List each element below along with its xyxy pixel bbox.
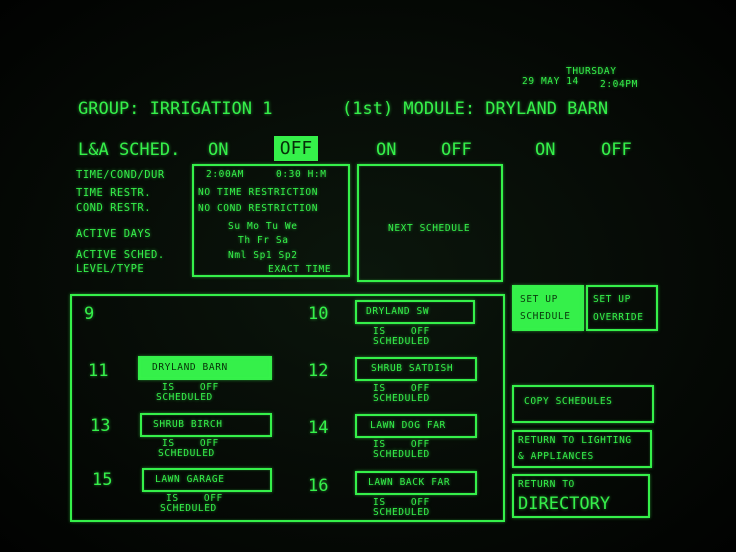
date-label: 29 MAY 14	[522, 76, 579, 87]
next-schedule-box: NEXT SCHEDULE	[357, 164, 503, 282]
module-button-13[interactable]: SHRUB BIRCH	[140, 413, 272, 437]
group-title: GROUP: IRRIGATION 1	[78, 99, 273, 119]
label-active-sched: ACTIVE SCHED.	[76, 249, 165, 261]
module-status-sched-14: SCHEDULED	[373, 449, 430, 460]
modules-panel: 9 10 DRYLAND SW IS OFF SCHEDULED 11 DRYL…	[70, 294, 505, 522]
module-button-16[interactable]: LAWN BACK FAR	[355, 471, 477, 495]
module-status-sched-10: SCHEDULED	[373, 336, 430, 347]
next-schedule-label: NEXT SCHEDULE	[388, 223, 471, 234]
module-name-14: LAWN DOG FAR	[370, 420, 446, 431]
return-directory-button[interactable]: RETURN TO DIRECTORY	[512, 474, 650, 518]
module-button-10[interactable]: DRYLAND SW	[355, 300, 475, 324]
level-type-value: EXACT TIME	[268, 264, 332, 275]
return-directory-line2: DIRECTORY	[518, 494, 611, 514]
return-lighting-line1: RETURN TO LIGHTING	[518, 435, 632, 446]
module-status-sched-15: SCHEDULED	[160, 503, 217, 514]
return-directory-line1: RETURN TO	[518, 479, 575, 490]
toggle-off-2[interactable]: OFF	[441, 142, 472, 159]
setup-schedule-button[interactable]: SET UP SCHEDULE	[512, 285, 584, 331]
copy-schedules-label: COPY SCHEDULES	[524, 396, 613, 407]
label-cond-restr: COND RESTR.	[76, 202, 152, 214]
module-number-14: 14	[308, 418, 329, 438]
label-time-cond-dur: TIME/COND/DUR	[76, 169, 165, 181]
active-sched-values: Nml Sp1 Sp2	[228, 250, 298, 261]
schedule-detail-box: 2:00AM 0:30 H:M NO TIME RESTRICTION NO C…	[192, 164, 350, 277]
module-name-10: DRYLAND SW	[366, 306, 430, 317]
toggle-off-1[interactable]: OFF	[274, 136, 318, 161]
time-restriction: NO TIME RESTRICTION	[198, 187, 319, 198]
label-active-days: ACTIVE DAYS	[76, 228, 152, 240]
module-title: (1st) MODULE: DRYLAND BARN	[342, 99, 609, 119]
time-label: 2:04PM	[600, 79, 638, 90]
module-number-15: 15	[92, 470, 113, 490]
module-number-13: 13	[90, 416, 111, 436]
module-name-16: LAWN BACK FAR	[368, 477, 451, 488]
copy-schedules-button[interactable]: COPY SCHEDULES	[512, 385, 654, 423]
setup-schedule-line1: SET UP	[520, 294, 558, 305]
active-days-line2: Th Fr Sa	[238, 235, 289, 246]
label-level-type: LEVEL/TYPE	[76, 263, 145, 275]
module-status-sched-11: SCHEDULED	[156, 392, 213, 403]
setup-override-line1: SET UP	[593, 294, 631, 305]
toggle-on-2[interactable]: ON	[376, 142, 396, 159]
cond-restriction: NO COND RESTRICTION	[198, 203, 319, 214]
active-days-line1: Su Mo Tu We	[228, 221, 298, 232]
module-name-15: LAWN GARAGE	[155, 474, 225, 485]
toggle-on-3[interactable]: ON	[535, 142, 555, 159]
module-button-14[interactable]: LAWN DOG FAR	[355, 414, 477, 438]
module-name-12: SHRUB SATDISH	[371, 363, 454, 374]
module-name-11: DRYLAND BARN	[152, 362, 228, 373]
module-status-sched-16: SCHEDULED	[373, 507, 430, 518]
module-button-12[interactable]: SHRUB SATDISH	[355, 357, 477, 381]
module-button-11-selected[interactable]: DRYLAND BARN	[138, 356, 272, 380]
module-number-11: 11	[88, 361, 109, 381]
setup-override-line2: OVERRIDE	[593, 312, 644, 323]
setup-override-button[interactable]: SET UP OVERRIDE	[586, 285, 658, 331]
label-time-restr: TIME RESTR.	[76, 187, 152, 199]
duration: 0:30 H:M	[276, 169, 327, 180]
toggle-on-1[interactable]: ON	[208, 142, 228, 159]
crt-screen: THURSDAY 29 MAY 14 2:04PM GROUP: IRRIGAT…	[0, 0, 736, 552]
module-number-10: 10	[308, 304, 329, 324]
start-time: 2:00AM	[206, 169, 244, 180]
module-number-9: 9	[84, 304, 95, 324]
return-lighting-line2: & APPLIANCES	[518, 451, 594, 462]
module-number-16: 16	[308, 476, 329, 496]
module-status-sched-12: SCHEDULED	[373, 393, 430, 404]
module-number-12: 12	[308, 361, 329, 381]
module-button-15[interactable]: LAWN GARAGE	[142, 468, 272, 492]
setup-schedule-line2: SCHEDULE	[520, 311, 571, 322]
toggle-off-3[interactable]: OFF	[601, 142, 632, 159]
return-lighting-button[interactable]: RETURN TO LIGHTING & APPLIANCES	[512, 430, 652, 468]
module-name-13: SHRUB BIRCH	[153, 419, 223, 430]
module-status-sched-13: SCHEDULED	[158, 448, 215, 459]
la-sched-label: L&A SCHED.	[78, 140, 181, 160]
